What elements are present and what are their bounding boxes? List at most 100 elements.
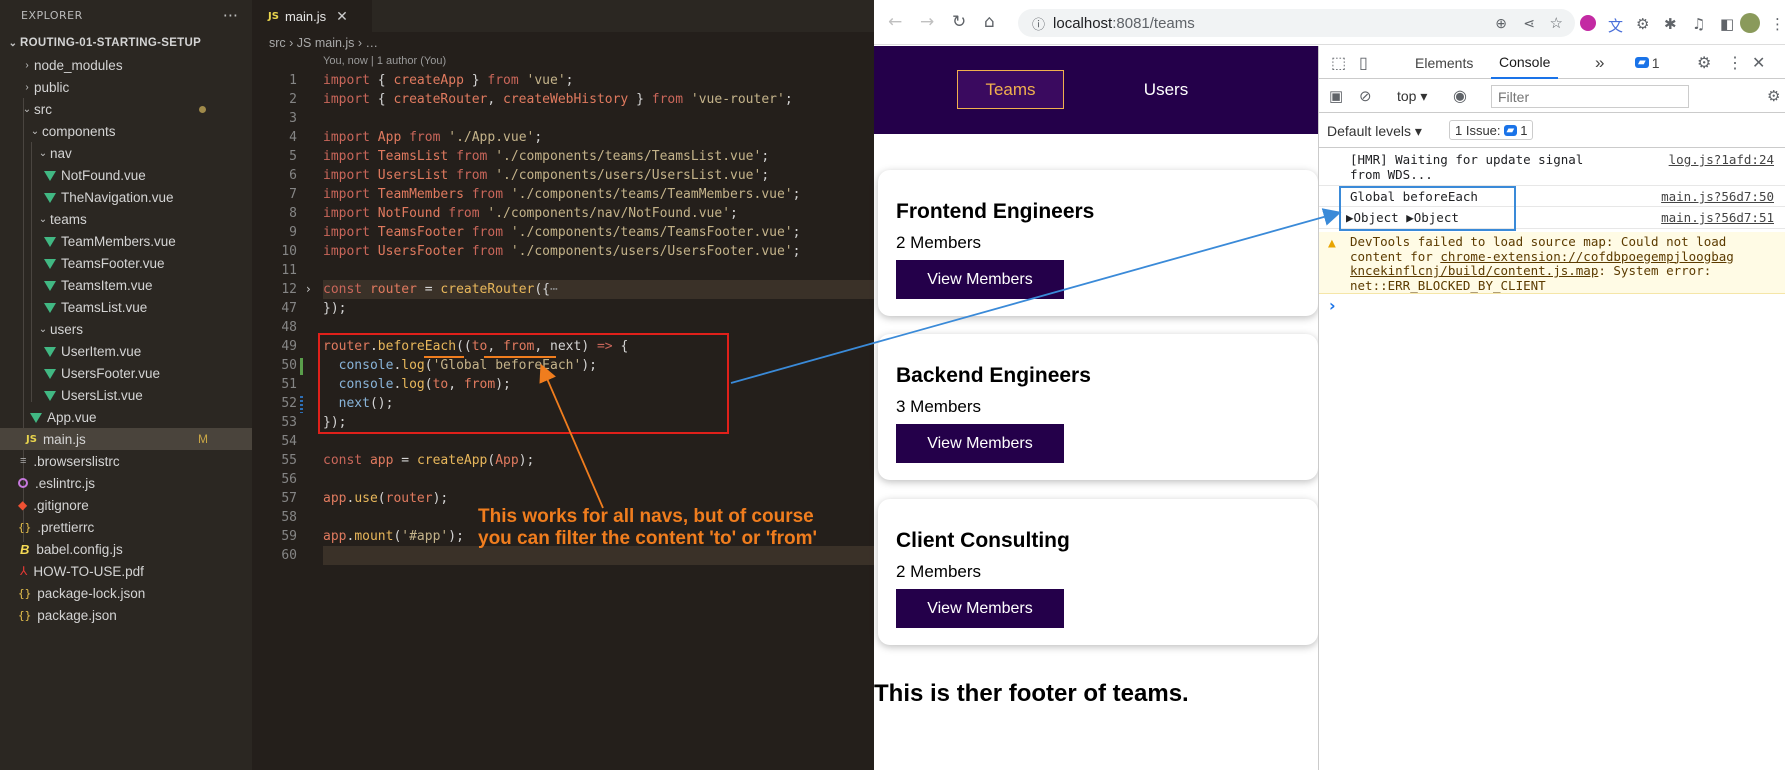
tab-main-js[interactable]: JS main.js ✕ bbox=[252, 0, 372, 32]
tree-file-gitignore[interactable]: ◆ .gitignore bbox=[0, 494, 252, 516]
bookmark-star-icon[interactable]: ☆ bbox=[1550, 14, 1563, 32]
issues-button[interactable]: 1 Issue: ▰ 1 bbox=[1449, 120, 1534, 140]
chevron-down-icon: ⌄ bbox=[30, 125, 40, 137]
url-path: :8081/teams bbox=[1112, 14, 1195, 32]
code-editor[interactable]: JS main.js ✕ src › JS main.js › … You, n… bbox=[252, 0, 874, 770]
warning-text-part: : System error: bbox=[1598, 263, 1712, 278]
teams-footer: This is ther footer of teams. bbox=[874, 680, 1189, 707]
sidebar-toggle-icon[interactable]: ▣ bbox=[1329, 87, 1343, 105]
address-bar[interactable]: ⓘ localhost:8081/teams ⊕ ⋖ ☆ bbox=[1018, 9, 1575, 37]
tree-file-eslintrc[interactable]: .eslintrc.js bbox=[0, 472, 252, 494]
console-prompt[interactable]: › bbox=[1329, 296, 1336, 315]
explorer-title: EXPLORER bbox=[21, 8, 83, 22]
reload-icon[interactable]: ↻ bbox=[952, 12, 966, 32]
line-number: 48 bbox=[281, 320, 297, 335]
workspace-root-label: ROUTING-01-STARTING-SETUP bbox=[20, 37, 202, 49]
tree-file-prettierrc[interactable]: {} .prettierrc bbox=[0, 516, 252, 538]
tree-file-browserslistrc[interactable]: ≡ .browserslistrc bbox=[0, 450, 252, 472]
nav-link-teams[interactable]: Teams bbox=[957, 70, 1064, 109]
git-file-icon: ◆ bbox=[18, 498, 28, 512]
view-members-button[interactable]: View Members bbox=[896, 424, 1064, 463]
vue-file-icon bbox=[44, 171, 56, 181]
browser-menu-icon[interactable]: ⋮ bbox=[1770, 15, 1785, 33]
zoom-icon[interactable]: ⊕ bbox=[1495, 15, 1507, 32]
settings-gear-icon[interactable]: ⚙ bbox=[1697, 46, 1711, 79]
sourcemap-link[interactable]: kncekinflcnj/build/content.js.map bbox=[1350, 263, 1598, 278]
close-icon[interactable]: ✕ bbox=[336, 8, 348, 25]
tree-file-notfound[interactable]: NotFound.vue bbox=[0, 164, 252, 186]
tree-file-teamslist[interactable]: TeamsList.vue bbox=[0, 296, 252, 318]
vue-file-icon bbox=[44, 391, 56, 401]
more-tabs-icon[interactable]: » bbox=[1595, 46, 1604, 79]
tab-console[interactable]: Console bbox=[1491, 46, 1559, 79]
tree-file-teamsitem[interactable]: TeamsItem.vue bbox=[0, 274, 252, 296]
site-info-icon[interactable]: ⓘ bbox=[1032, 14, 1045, 33]
annotation-line-1: This works for all navs, but of course bbox=[478, 506, 814, 527]
browser-toolbar: ← → ↻ ⌂ ⓘ localhost:8081/teams ⊕ ⋖ ☆ 文 ⚙… bbox=[874, 0, 1785, 45]
view-members-button[interactable]: View Members bbox=[896, 260, 1064, 299]
console-filter-input[interactable] bbox=[1491, 85, 1689, 108]
log-levels-dropdown[interactable]: Default levels ▾ bbox=[1327, 123, 1422, 140]
extensions-puzzle-icon[interactable]: ✱ bbox=[1664, 15, 1677, 33]
profile-avatar-icon[interactable] bbox=[1740, 13, 1760, 33]
tree-file-userslist[interactable]: UsersList.vue bbox=[0, 384, 252, 406]
tree-folder-users[interactable]: ⌄ users bbox=[0, 318, 252, 340]
tree-label: package.json bbox=[37, 607, 117, 623]
tree-folder-nav[interactable]: ⌄ nav bbox=[0, 142, 252, 164]
tree-file-how-to-use[interactable]: ⅄ HOW-TO-USE.pdf bbox=[0, 560, 252, 582]
codelens-blame[interactable]: You, now | 1 author (You) bbox=[323, 55, 446, 67]
device-toolbar-icon[interactable]: ▯ bbox=[1359, 46, 1368, 79]
devtools-menu-icon[interactable]: ⋮ bbox=[1727, 46, 1743, 79]
console-settings-icon[interactable]: ⚙ bbox=[1767, 87, 1780, 105]
tree-file-babel-config[interactable]: Bbabel.config.js bbox=[0, 538, 252, 560]
tree-file-usersfooter[interactable]: UsersFooter.vue bbox=[0, 362, 252, 384]
tree-file-package-lock[interactable]: {} package-lock.json bbox=[0, 582, 252, 604]
tree-folder-components[interactable]: ⌄ components bbox=[0, 120, 252, 142]
tree-file-teamsfooter[interactable]: TeamsFooter.vue bbox=[0, 252, 252, 274]
console-source-link[interactable]: main.js?56d7:51 bbox=[1661, 210, 1774, 225]
share-icon[interactable]: ⋖ bbox=[1523, 15, 1535, 32]
tree-file-app[interactable]: App.vue bbox=[0, 406, 252, 428]
tree-label: .browserslistrc bbox=[33, 453, 120, 469]
tree-folder-node-modules[interactable]: › node_modules bbox=[0, 54, 252, 76]
extension-avatar-icon[interactable] bbox=[1580, 15, 1596, 31]
live-expression-eye-icon[interactable]: ◉ bbox=[1453, 86, 1467, 106]
console-source-link[interactable]: log.js?1afd:24 bbox=[1669, 152, 1774, 167]
line-number: 10 bbox=[281, 244, 297, 259]
back-icon[interactable]: ← bbox=[888, 12, 902, 32]
tree-file-useritem[interactable]: UserItem.vue bbox=[0, 340, 252, 362]
home-icon[interactable]: ⌂ bbox=[984, 12, 995, 32]
view-members-button[interactable]: View Members bbox=[896, 589, 1064, 628]
clear-console-icon[interactable]: ⊘ bbox=[1359, 87, 1372, 105]
tree-file-thenavigation[interactable]: TheNavigation.vue bbox=[0, 186, 252, 208]
fold-chevron-icon[interactable]: › bbox=[306, 280, 311, 299]
sourcemap-link[interactable]: chrome-extension://cofdbpoegempjloogbag bbox=[1440, 249, 1734, 264]
workspace-root[interactable]: ⌄ ROUTING-01-STARTING-SETUP bbox=[0, 32, 252, 54]
tree-label: teams bbox=[50, 211, 87, 227]
tree-folder-src[interactable]: ⌄ src bbox=[0, 98, 252, 120]
side-panel-icon[interactable]: ◧ bbox=[1720, 15, 1734, 33]
tree-file-main-js[interactable]: JS main.js M bbox=[0, 428, 252, 450]
tree-folder-public[interactable]: › public bbox=[0, 76, 252, 98]
highlight-box bbox=[1339, 186, 1516, 231]
context-selector[interactable]: top ▾ bbox=[1397, 88, 1427, 105]
nav-link-users[interactable]: Users bbox=[1126, 70, 1206, 109]
tab-elements[interactable]: Elements bbox=[1415, 46, 1473, 79]
line-number: 47 bbox=[281, 301, 297, 316]
translate-extension-icon[interactable]: 文 bbox=[1608, 15, 1623, 36]
media-control-icon[interactable]: ♫ bbox=[1692, 15, 1705, 33]
more-actions-icon[interactable]: ··· bbox=[223, 6, 238, 25]
team-member-count: 2 Members bbox=[896, 233, 982, 252]
close-devtools-icon[interactable]: ✕ bbox=[1752, 46, 1765, 79]
tree-file-package-json[interactable]: {} package.json bbox=[0, 604, 252, 626]
inspect-element-icon[interactable]: ⬚ bbox=[1331, 46, 1346, 79]
tree-label: public bbox=[34, 79, 70, 95]
tree-folder-teams[interactable]: ⌄ teams bbox=[0, 208, 252, 230]
tree-file-teammembers[interactable]: TeamMembers.vue bbox=[0, 230, 252, 252]
console-source-link[interactable]: main.js?56d7:50 bbox=[1661, 189, 1774, 204]
team-member-count: 3 Members bbox=[896, 397, 982, 416]
issues-counter[interactable]: ▰ 1 bbox=[1632, 46, 1660, 79]
forward-icon[interactable]: → bbox=[920, 12, 934, 32]
settings-extension-icon[interactable]: ⚙ bbox=[1636, 15, 1649, 33]
breadcrumb[interactable]: src › JS main.js › … bbox=[269, 36, 378, 50]
